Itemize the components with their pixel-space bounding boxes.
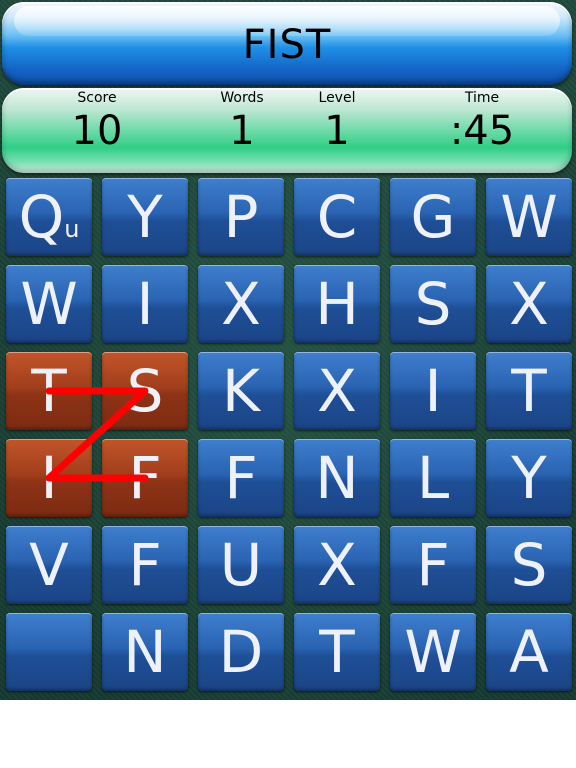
tile-letter: T	[31, 357, 67, 425]
tile-letter: Y	[127, 183, 163, 251]
letter-tile[interactable]: F	[102, 439, 188, 517]
tile-letter: F	[416, 531, 450, 599]
tile-letter: W	[500, 183, 558, 251]
tile-letter-sub: u	[64, 215, 80, 243]
letter-tile[interactable]: W	[390, 613, 476, 691]
letter-tile[interactable]: N	[294, 439, 380, 517]
letter-tile[interactable]: W	[486, 178, 572, 256]
letter-tile[interactable]: V	[6, 526, 92, 604]
tile-letter: X	[221, 270, 261, 338]
letter-tile[interactable]: X	[486, 265, 572, 343]
tile-letter: H	[315, 270, 359, 338]
letter-tile[interactable]: X	[198, 265, 284, 343]
level-value: 1	[324, 108, 350, 154]
letter-tile[interactable]: T	[486, 352, 572, 430]
tile-letter: L	[416, 444, 450, 512]
tile-letter: X	[509, 270, 549, 338]
letter-tile[interactable]: S	[486, 526, 572, 604]
letter-tile[interactable]: K	[198, 352, 284, 430]
tile-letter: Y	[511, 444, 547, 512]
tile-letter: I	[136, 270, 154, 338]
letter-tile[interactable]: I	[6, 439, 92, 517]
letter-tile[interactable]: T	[294, 613, 380, 691]
letter-tile[interactable]: L	[390, 439, 476, 517]
tile-letter: I	[424, 357, 442, 425]
letter-tile[interactable]: Y	[486, 439, 572, 517]
letter-tile[interactable]: F	[390, 526, 476, 604]
tile-letter: T	[511, 357, 547, 425]
tile-letter: A	[509, 618, 549, 686]
tile-letter: X	[317, 357, 357, 425]
current-word-panel: FIST	[2, 2, 572, 85]
letter-tile[interactable]: X	[294, 526, 380, 604]
time-value: :45	[449, 108, 515, 154]
letter-tile[interactable]: F	[102, 526, 188, 604]
tile-letter: Q	[18, 183, 65, 251]
letter-tile[interactable]: S	[390, 265, 476, 343]
tile-letter: S	[126, 357, 164, 425]
letter-tile[interactable]: X	[294, 352, 380, 430]
letter-tile[interactable]: T	[6, 352, 92, 430]
tile-letter: N	[123, 618, 167, 686]
tile-letter: S	[414, 270, 452, 338]
letter-tile[interactable]: A	[486, 613, 572, 691]
level-label: Level	[318, 90, 356, 106]
tile-letter: S	[510, 531, 548, 599]
tile-letter: I	[40, 444, 58, 512]
time-label: Time	[464, 90, 500, 106]
letter-tile[interactable]	[6, 613, 92, 691]
tile-letter: F	[224, 444, 258, 512]
letter-tile[interactable]: S	[102, 352, 188, 430]
letter-tile[interactable]: U	[198, 526, 284, 604]
letter-tile[interactable]: Y	[102, 178, 188, 256]
tile-letter: V	[29, 531, 69, 599]
letter-tile[interactable]: I	[390, 352, 476, 430]
tile-letter: U	[219, 531, 263, 599]
current-word: FIST	[242, 22, 332, 68]
tile-letter: K	[221, 357, 261, 425]
tile-letter: W	[404, 618, 462, 686]
letter-tile[interactable]: H	[294, 265, 380, 343]
tile-letter: P	[223, 183, 259, 251]
score-label: Score	[77, 90, 117, 106]
tile-letter: C	[316, 183, 358, 251]
words-value: 1	[229, 108, 255, 154]
letter-tile[interactable]: W	[6, 265, 92, 343]
tile-letter: G	[410, 183, 456, 251]
tile-letter: T	[319, 618, 355, 686]
letter-tile[interactable]: F	[198, 439, 284, 517]
tile-letter: X	[317, 531, 357, 599]
tile-letter: N	[315, 444, 359, 512]
letter-tile[interactable]: I	[102, 265, 188, 343]
words-label: Words	[220, 90, 264, 106]
letter-tile[interactable]: Qu	[6, 178, 92, 256]
letter-tile[interactable]: P	[198, 178, 284, 256]
tile-letter: F	[128, 444, 162, 512]
letter-tile[interactable]: G	[390, 178, 476, 256]
tile-letter: F	[128, 531, 162, 599]
tile-letter: D	[218, 618, 264, 686]
letter-tile[interactable]: C	[294, 178, 380, 256]
letter-tile[interactable]: N	[102, 613, 188, 691]
tile-letter: W	[20, 270, 78, 338]
stats-panel: Score 10 Words 1 Level 1 Time :45	[2, 88, 572, 173]
score-value: 10	[71, 108, 123, 154]
letter-tile[interactable]: D	[198, 613, 284, 691]
